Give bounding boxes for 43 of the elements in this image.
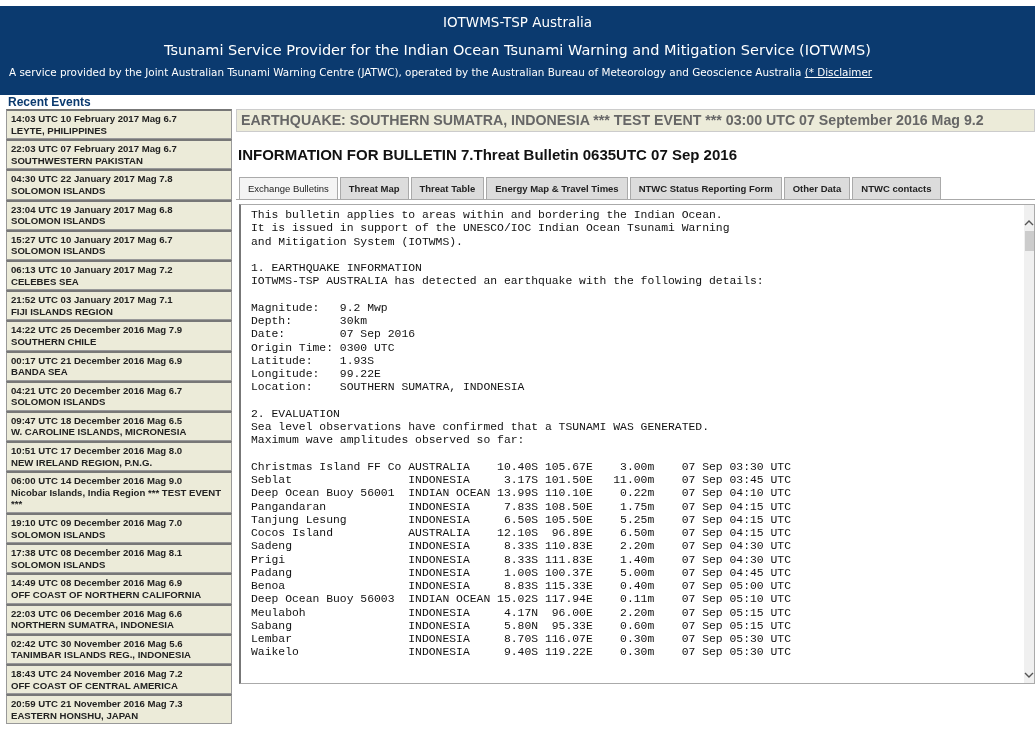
bulletin-text: This bulletin applies to areas within and bordering the Indian Ocean. It is issued in support of the UNESCO/IOC Indian Ocean Tsunami Warning and Mitigation System (IOTWMS). xyxy=(251,209,731,249)
scrollbar[interactable] xyxy=(1024,205,1034,683)
service-note: A service provided by the Joint Australian Tsunami Warning Centre (JATWC), operated by the Australian Bureau of Meteorology and Geoscience Australia xyxy=(9,66,802,78)
bulletin-text: 1. EARTHQUAKE INFORMATION IOTWMS-TSP AUSTRALIA has detected an earthquake with the following details: xyxy=(251,262,765,289)
event-item[interactable]: 15:27 UTC 10 January 2017 Mag 6.7 SOLOMON ISLANDS xyxy=(6,229,232,260)
event-title: EARTHQUAKE: SOUTHERN SUMATRA, INDONESIA *** TEST EVENT *** 03:00 UTC 07 September 2016 Mag 9.2 xyxy=(236,109,1035,132)
tab[interactable]: Energy Map & Travel Times xyxy=(486,177,628,199)
event-item[interactable]: 22:03 UTC 06 December 2016 Mag 6.6 NORTHERN SUMATRA, INDONESIA xyxy=(6,603,232,634)
site-title: IOTWMS-TSP Australia xyxy=(442,13,593,32)
tab[interactable]: Threat Table xyxy=(410,177,485,199)
site-subtitle: Tsunami Service Provider for the Indian Ocean Tsunami Warning and Mitigation Service (IOTWMS) xyxy=(163,41,872,60)
scroll-thumb[interactable] xyxy=(1024,231,1034,251)
event-item[interactable]: 18:43 UTC 24 November 2016 Mag 7.2 OFF COAST OF CENTRAL AMERICA xyxy=(6,663,232,695)
scroll-down-icon[interactable] xyxy=(1024,671,1034,679)
disclaimer-link[interactable]: (* Disclaimer xyxy=(804,66,873,78)
event-item[interactable]: 09:47 UTC 18 December 2016 Mag 6.5 W. CAROLINE ISLANDS, MICRONESIA xyxy=(6,410,232,442)
tab[interactable]: NTWC contacts xyxy=(852,177,941,199)
event-item[interactable]: 06:00 UTC 14 December 2016 Mag 9.0 Nicobar Islands, India Region *** TEST EVENT *** xyxy=(6,471,232,514)
bulletin-text: Magnitude: 9.2 Mwp Depth: 30km Date: 07 Sep 2016 Origin Time: 0300 UTC Latitude: 1.93S Longitude: 99.22E Location: SOUTHERN SUMATRA, INDONESIA xyxy=(251,301,526,395)
event-item[interactable]: 21:52 UTC 03 January 2017 Mag 7.1 FIJI ISLANDS REGION xyxy=(6,290,232,321)
event-item[interactable]: 10:51 UTC 17 December 2016 Mag 8.0 NEW IRELAND REGION, P.N.G. xyxy=(6,441,232,472)
event-item[interactable]: 22:03 UTC 07 February 2017 Mag 6.7 SOUTHWESTERN PAKISTAN xyxy=(6,139,232,170)
event-item[interactable]: 04:30 UTC 22 January 2017 Mag 7.8 SOLOMON ISLANDS xyxy=(6,169,232,200)
event-item[interactable]: 23:04 UTC 19 January 2017 Mag 6.8 SOLOMON ISLANDS xyxy=(6,199,232,230)
event-item[interactable]: 14:03 UTC 10 February 2017 Mag 6.7 LEYTE, PHILIPPINES xyxy=(6,109,232,140)
tab[interactable]: Exchange Bulletins xyxy=(239,177,338,199)
event-item[interactable]: 20:59 UTC 21 November 2016 Mag 7.3 EASTERN HONSHU, JAPAN xyxy=(6,694,232,725)
bulletin-heading: INFORMATION FOR BULLETIN 7.Threat Bulletin 0635UTC 07 Sep 2016 xyxy=(238,146,738,163)
event-item[interactable]: 04:21 UTC 20 December 2016 Mag 6.7 SOLOMON ISLANDS xyxy=(6,380,232,411)
scroll-up-icon[interactable] xyxy=(1024,219,1034,227)
tab[interactable]: Threat Map xyxy=(339,177,409,199)
tab[interactable]: Other Data xyxy=(783,177,851,199)
event-item[interactable]: 14:49 UTC 08 December 2016 Mag 6.9 OFF COAST OF NORTHERN CALIFORNIA xyxy=(6,573,232,604)
event-item[interactable]: 00:17 UTC 21 December 2016 Mag 6.9 BANDA SEA xyxy=(6,350,232,381)
bulletin-text: Christmas Island FF Co AUSTRALIA 10.40S 105.67E 3.00m 07 Sep 03:30 UTC Seblat INDONESIA 3.17S 101.50E 11.00m 07 Sep 03:45 UTC Deep Ocean Buoy 56001 INDIAN OCEAN 13.99S 110.10E 0.22m 07 Sep 04:10 UTC Pangandaran INDONESIA 7.83S 108.50E 1.75m 07 Sep 04:15 UTC Tanjung Lesung INDONESIA 6.50S 105.50E 5.25m 07 Sep 04:15 UTC Cocos Island AUSTRALIA 12.10S 96.89E 6.50m 07 Sep 04:15 UTC Sadeng INDONESIA 8.33S 110.83E 2.20m 07 Sep 04:30 UTC Prigi INDONESIA 8.33S 111.83E 1.40m 07 Sep 04:30 UTC Padang INDONESIA 1.00S 100.37E 5.00m 07 Sep 04:45 UTC Benoa INDONESIA 8.83S 115.33E 0.40m 07 Sep 05:00 UTC Deep Ocean Buoy 56003 INDIAN OCEAN 15.02S 117.94E 0.11m 07 Sep 05:10 UTC Meulaboh INDONESIA 4.17N 96.00E 2.20m 07 Sep 05:15 UTC Sabang INDONESIA 5.80N 95.33E 0.60m 07 Sep 05:15 UTC Lembar INDONESIA 8.70S 116.07E 0.30m 07 Sep 05:30 UTC Waikelo INDONESIA 9.40S 119.22E 0.30m 07 Sep 05:30 UTC xyxy=(251,460,792,660)
tab[interactable]: NTWC Status Reporting Form xyxy=(629,177,782,199)
event-item[interactable]: 17:38 UTC 08 December 2016 Mag 8.1 SOLOMON ISLANDS xyxy=(6,543,232,574)
event-item[interactable]: 06:13 UTC 10 January 2017 Mag 7.2 CELEBES SEA xyxy=(6,259,232,291)
event-item[interactable]: 19:10 UTC 09 December 2016 Mag 7.0 SOLOMON ISLANDS xyxy=(6,513,232,544)
bulletin-text: 2. EVALUATION Sea level observations have confirmed that a TSUNAMI WAS GENERATED. Maximum wave amplitudes observed so far: xyxy=(251,407,710,448)
event-item[interactable]: 14:22 UTC 25 December 2016 Mag 7.9 SOUTHERN CHILE xyxy=(6,320,232,351)
sidebar-title: Recent Events xyxy=(7,95,92,109)
event-item[interactable]: 02:42 UTC 30 November 2016 Mag 5.6 TANIMBAR ISLANDS REG., INDONESIA xyxy=(6,633,232,664)
